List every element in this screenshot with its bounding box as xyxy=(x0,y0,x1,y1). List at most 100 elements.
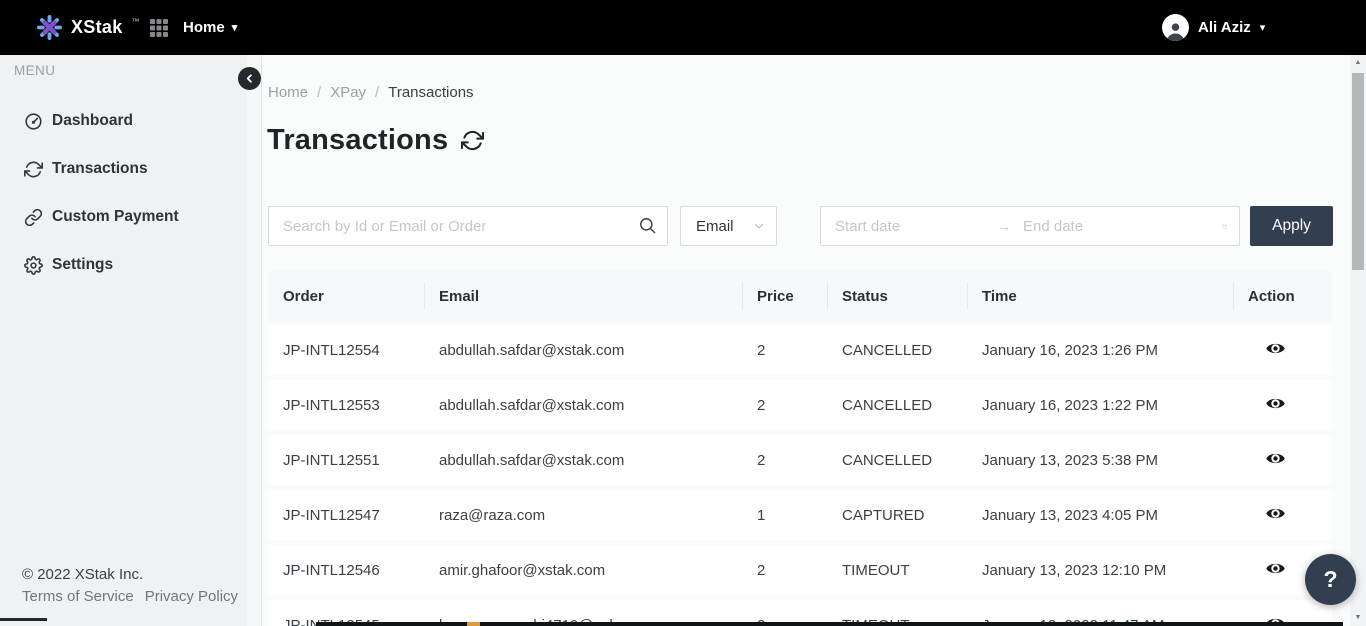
user-name: Ali Aziz xyxy=(1198,19,1251,36)
calendar-icon xyxy=(1222,218,1227,235)
brand-trademark: ™ xyxy=(132,17,140,26)
cell-time: January 13, 2023 5:38 PM xyxy=(967,452,1233,469)
search-icon[interactable] xyxy=(638,216,657,235)
cell-status: CANCELLED xyxy=(827,397,967,414)
start-date-input[interactable] xyxy=(835,218,997,235)
cell-time: January 13, 2023 12:10 PM xyxy=(967,562,1233,579)
cell-email: abdullah.safdar@xstak.com xyxy=(424,452,742,469)
range-arrow-icon: → xyxy=(997,218,1011,234)
search-type-select[interactable]: Email xyxy=(680,206,777,246)
gear-icon xyxy=(24,256,43,275)
page-title: Transactions xyxy=(267,124,448,157)
transactions-sync-icon xyxy=(24,160,43,179)
date-range-picker[interactable]: → xyxy=(820,206,1240,246)
sidebar-horizontal-scrollbar-thumb[interactable] xyxy=(0,618,47,621)
eye-icon xyxy=(1265,393,1286,414)
sidebar-item-label: Dashboard xyxy=(52,112,133,130)
avatar xyxy=(1162,14,1189,41)
search-input[interactable] xyxy=(268,206,668,246)
view-transaction-button[interactable] xyxy=(1265,338,1286,359)
refresh-icon xyxy=(461,129,484,152)
cell-action xyxy=(1233,393,1332,418)
cell-status: CANCELLED xyxy=(827,342,967,359)
column-header-time: Time xyxy=(967,270,1233,322)
scroll-down-arrow-icon[interactable]: ▼ xyxy=(1350,614,1366,621)
view-transaction-button[interactable] xyxy=(1265,558,1286,579)
column-header-order: Order xyxy=(268,270,424,322)
sidebar-menu-label: MENU xyxy=(14,63,55,78)
apps-grid-icon[interactable] xyxy=(149,18,169,38)
brand-logo[interactable]: XStak ™ xyxy=(36,0,139,55)
end-date-input[interactable] xyxy=(1023,218,1222,235)
cell-action xyxy=(1233,448,1332,473)
sidebar-footer-links: Terms of Service Privacy Policy xyxy=(22,588,238,605)
chevron-down-icon: ▾ xyxy=(232,21,238,34)
column-header-email: Email xyxy=(424,270,742,322)
cell-email: abdullah.safdar@xstak.com xyxy=(424,397,742,414)
sidebar-item-transactions[interactable]: Transactions xyxy=(0,156,240,182)
cell-time: January 13, 2023 4:05 PM xyxy=(967,507,1233,524)
sidebar-item-label: Transactions xyxy=(52,160,148,178)
terms-of-service-link[interactable]: Terms of Service xyxy=(22,588,134,605)
eye-icon xyxy=(1265,503,1286,524)
cell-order: JP-INTL12546 xyxy=(268,562,424,579)
sidebar-item-settings[interactable]: Settings xyxy=(0,252,240,278)
breadcrumb-xpay[interactable]: XPay xyxy=(330,84,366,101)
sidebar-item-dashboard[interactable]: Dashboard xyxy=(0,108,240,134)
cell-email: amir.ghafoor@xstak.com xyxy=(424,562,742,579)
help-button[interactable]: ? xyxy=(1305,554,1356,605)
cell-order: JP-INTL12547 xyxy=(268,507,424,524)
sidebar: MENU Dashboard Transactions Custom Payme xyxy=(0,55,262,626)
horizontal-scrollbar-marker xyxy=(467,622,480,626)
breadcrumb-separator: / xyxy=(317,84,321,101)
table-row: JP-INTL12547 raza@raza.com 1 CAPTURED Ja… xyxy=(268,490,1332,540)
dashboard-gauge-icon xyxy=(24,112,43,131)
user-menu[interactable]: Ali Aziz ▾ xyxy=(1162,0,1265,55)
chevron-down-icon xyxy=(753,220,765,232)
cell-price: 2 xyxy=(742,452,827,469)
breadcrumb-home[interactable]: Home xyxy=(268,84,308,101)
chevron-down-icon: ▾ xyxy=(1260,21,1266,34)
table-row: JP-INTL12553 abdullah.safdar@xstak.com 2… xyxy=(268,380,1332,430)
grid-dots-icon xyxy=(149,18,169,38)
sidebar-scrollbar-track[interactable] xyxy=(247,55,261,626)
sidebar-item-label: Settings xyxy=(52,256,113,274)
cell-status: CANCELLED xyxy=(827,452,967,469)
breadcrumb-separator: / xyxy=(375,84,379,101)
cell-action xyxy=(1233,338,1332,363)
scroll-up-arrow-icon[interactable]: ▲ xyxy=(1350,59,1366,66)
app-window: XStak ™ Home ▾ Ali Aziz ▾ xyxy=(0,0,1366,626)
xstak-logo-icon xyxy=(36,14,63,41)
eye-icon xyxy=(1265,338,1286,359)
cell-time: January 16, 2023 1:26 PM xyxy=(967,342,1233,359)
link-icon xyxy=(24,208,43,227)
view-transaction-button[interactable] xyxy=(1265,448,1286,469)
view-transaction-button[interactable] xyxy=(1265,503,1286,524)
table-row: JP-INTL12546 amir.ghafoor@xstak.com 2 TI… xyxy=(268,545,1332,595)
column-header-action: Action xyxy=(1233,270,1332,322)
cell-email: abdullah.safdar@xstak.com xyxy=(424,342,742,359)
eye-icon xyxy=(1265,448,1286,469)
sidebar-item-label: Custom Payment xyxy=(52,208,179,226)
breadcrumb-current: Transactions xyxy=(388,84,473,101)
privacy-policy-link[interactable]: Privacy Policy xyxy=(145,588,238,605)
cell-price: 1 xyxy=(742,507,827,524)
cell-price: 2 xyxy=(742,562,827,579)
brand-name: XStak xyxy=(71,17,123,38)
cell-email: raza@raza.com xyxy=(424,507,742,524)
top-navbar: XStak ™ Home ▾ Ali Aziz ▾ xyxy=(0,0,1366,55)
view-transaction-button[interactable] xyxy=(1265,393,1286,414)
sidebar-item-custom-payment[interactable]: Custom Payment xyxy=(0,204,240,230)
sidebar-collapse-button[interactable] xyxy=(238,67,261,90)
copyright-text: © 2022 XStak Inc. xyxy=(22,566,143,583)
column-header-price: Price xyxy=(742,270,827,322)
eye-icon xyxy=(1265,558,1286,579)
person-icon xyxy=(1165,20,1186,41)
cell-price: 2 xyxy=(742,342,827,359)
apply-button[interactable]: Apply xyxy=(1250,206,1333,246)
vertical-scrollbar-thumb[interactable] xyxy=(1352,73,1364,270)
refresh-button[interactable] xyxy=(461,129,484,152)
table-row: JP-INTL12551 abdullah.safdar@xstak.com 2… xyxy=(268,435,1332,485)
breadcrumb: Home / XPay / Transactions xyxy=(268,84,474,101)
nav-home-menu[interactable]: Home ▾ xyxy=(183,0,237,55)
